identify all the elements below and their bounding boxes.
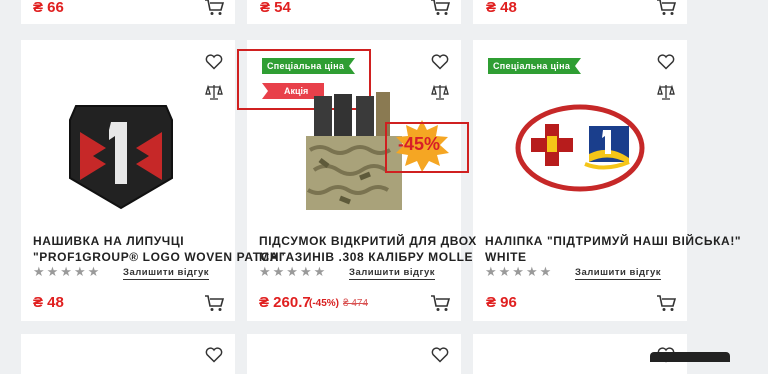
product-price: ₴ 260.7: [259, 294, 311, 311]
product-price: ₴ 48: [33, 294, 64, 311]
product-image[interactable]: [66, 100, 176, 212]
rating-stars: ★★★★★: [485, 264, 554, 279]
product-title[interactable]: White: [485, 249, 527, 265]
product-title[interactable]: Підсумок відкритий для двох: [259, 233, 477, 249]
product-price: ₴ 96: [486, 294, 517, 311]
product-image[interactable]: [515, 104, 645, 192]
compare-icon[interactable]: [656, 84, 676, 100]
cart-icon[interactable]: [430, 294, 450, 312]
rating-stars: ★★★★★: [259, 264, 328, 279]
product-price: ₴ 66: [33, 0, 64, 16]
product-title[interactable]: Нашивка на липучці: [33, 233, 184, 249]
cart-icon[interactable]: [204, 0, 224, 16]
heart-icon[interactable]: [431, 54, 449, 70]
discount-percent: (-45%): [309, 298, 340, 309]
product-title[interactable]: магазинів .308 калібру MOLLE: [259, 249, 473, 265]
cart-icon[interactable]: [656, 294, 676, 312]
product-card-bottom[interactable]: [247, 334, 461, 374]
heart-icon[interactable]: [657, 54, 675, 70]
old-price: ₴ 474: [343, 298, 369, 309]
product-card-bottom[interactable]: [21, 334, 235, 374]
leave-review-link[interactable]: Залишити відгук: [349, 267, 436, 280]
highlight-box: [385, 122, 469, 173]
product-title[interactable]: Наліпка "Підтримуй наші війська!": [485, 233, 741, 249]
heart-icon[interactable]: [205, 347, 223, 363]
cart-icon[interactable]: [204, 294, 224, 312]
floating-widget[interactable]: [650, 352, 730, 362]
heart-icon[interactable]: [205, 54, 223, 70]
compare-icon[interactable]: [204, 84, 224, 100]
leave-review-link[interactable]: Залишити відгук: [123, 267, 210, 280]
compare-icon[interactable]: [430, 84, 450, 100]
heart-icon[interactable]: [431, 347, 449, 363]
product-price: ₴ 54: [260, 0, 291, 16]
rating-stars: ★★★★★: [33, 264, 102, 279]
product-title[interactable]: "Prof1Group® Logo Woven Patch": [33, 249, 285, 265]
cart-icon[interactable]: [656, 0, 676, 16]
leave-review-link[interactable]: Залишити відгук: [575, 267, 662, 280]
product-price: ₴ 48: [486, 0, 517, 16]
special-price-badge: Спеціальна ціна: [488, 58, 582, 74]
cart-icon[interactable]: [430, 0, 450, 16]
